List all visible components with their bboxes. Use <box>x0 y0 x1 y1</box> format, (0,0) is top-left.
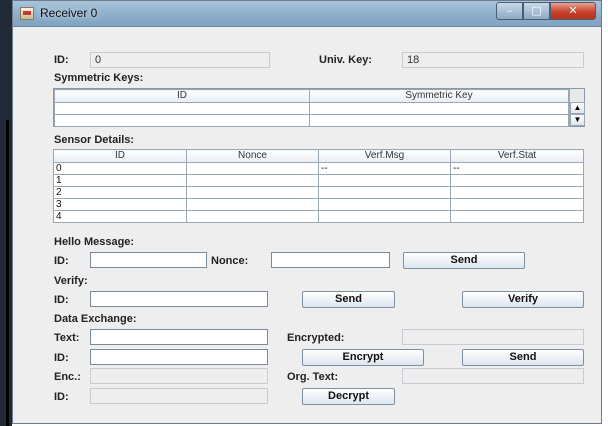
table-cell[interactable] <box>318 198 451 211</box>
table-cell[interactable] <box>450 174 584 187</box>
verify-id-input[interactable] <box>90 291 268 307</box>
background-window-border <box>6 120 9 426</box>
table-cell[interactable] <box>318 186 451 199</box>
table-cell[interactable] <box>186 162 319 175</box>
content-panel: ID: 0 Univ. Key: 18 Symmetric Keys: ID S… <box>13 27 601 424</box>
table-cell[interactable] <box>186 174 319 187</box>
table-cell[interactable]: 0 <box>53 162 187 175</box>
table-cell[interactable] <box>309 102 569 115</box>
enc-label: Enc.: <box>54 371 81 383</box>
table-cell[interactable] <box>309 114 569 127</box>
nonce-input[interactable] <box>271 252 390 268</box>
table-cell[interactable] <box>186 186 319 199</box>
table-cell[interactable] <box>318 210 451 223</box>
table-row[interactable]: 3 <box>53 198 584 211</box>
sensor-details-table: ID Nonce Verf.Msg Verf.Stat 0 -- -- 1 2 … <box>53 149 584 223</box>
table-cell[interactable] <box>450 198 584 211</box>
sensor-details-heading: Sensor Details: <box>54 134 135 146</box>
id-label: ID: <box>54 54 69 66</box>
table-cell[interactable] <box>186 198 319 211</box>
table-cell[interactable] <box>318 174 451 187</box>
univ-key-field: 18 <box>402 52 584 68</box>
table-cell[interactable]: 4 <box>53 210 187 223</box>
symmetric-keys-heading: Symmetric Keys: <box>54 72 144 84</box>
decrypt-button[interactable]: Decrypt <box>302 388 395 405</box>
receiver-window: Receiver 0 – □ ✕ ID: 0 Univ. Key: 18 Sym… <box>12 0 602 424</box>
org-text-field <box>402 368 584 384</box>
verify-id-label: ID: <box>54 294 69 306</box>
window-title: Receiver 0 <box>40 6 98 20</box>
id-field: 0 <box>90 52 270 68</box>
hello-message-heading: Hello Message: <box>54 236 135 248</box>
hello-send-button[interactable]: Send <box>403 252 525 269</box>
java-app-icon <box>20 7 34 20</box>
univ-key-label: Univ. Key: <box>319 54 372 66</box>
symmetric-keys-table: ID Symmetric Key <box>54 89 569 127</box>
nonce-label: Nonce: <box>211 255 249 267</box>
minimize-button[interactable]: – <box>496 2 523 20</box>
verify-button[interactable]: Verify <box>462 291 584 308</box>
symmetric-keys-table-frame: ID Symmetric Key ▲ ▼ <box>53 88 585 127</box>
hello-id-input[interactable] <box>90 252 207 268</box>
column-header-id[interactable]: ID <box>53 149 187 163</box>
scroll-up-icon[interactable]: ▲ <box>570 102 585 114</box>
column-header-verf-stat[interactable]: Verf.Stat <box>450 149 584 163</box>
encrypted-label: Encrypted: <box>287 332 345 344</box>
table-row[interactable] <box>54 102 569 115</box>
decrypt-id-label: ID: <box>54 391 69 403</box>
table-row[interactable]: 4 <box>53 210 584 223</box>
org-text-label: Org. Text: <box>287 371 339 383</box>
exchange-id-input[interactable] <box>90 349 268 365</box>
verify-send-button[interactable]: Send <box>302 291 395 308</box>
exchange-id-label: ID: <box>54 352 69 364</box>
table-row[interactable]: 1 <box>53 174 584 187</box>
column-header-symmetric-key[interactable]: Symmetric Key <box>309 89 569 103</box>
table-cell[interactable] <box>450 210 584 223</box>
scroll-down-icon[interactable]: ▼ <box>570 114 585 126</box>
table-cell[interactable] <box>450 186 584 199</box>
encrypt-button[interactable]: Encrypt <box>302 349 424 366</box>
table-row[interactable]: 0 -- -- <box>53 162 584 175</box>
exchange-send-button[interactable]: Send <box>462 349 584 366</box>
column-header-id[interactable]: ID <box>54 89 310 103</box>
text-input[interactable] <box>90 329 268 345</box>
hello-id-label: ID: <box>54 255 69 267</box>
maximize-button[interactable]: □ <box>523 2 550 20</box>
column-header-verf-msg[interactable]: Verf.Msg <box>318 149 451 163</box>
data-exchange-heading: Data Exchange: <box>54 313 137 325</box>
table-cell[interactable]: -- <box>318 162 451 175</box>
title-bar[interactable]: Receiver 0 – □ ✕ <box>13 1 601 27</box>
table-cell[interactable]: 2 <box>53 186 187 199</box>
background-window-edge <box>0 0 12 426</box>
close-button[interactable]: ✕ <box>550 2 596 20</box>
table-cell[interactable]: 3 <box>53 198 187 211</box>
decrypt-id-field <box>90 388 268 404</box>
table-row[interactable] <box>54 114 569 127</box>
table-cell[interactable] <box>186 210 319 223</box>
column-header-nonce[interactable]: Nonce <box>186 149 319 163</box>
table-row[interactable]: 2 <box>53 186 584 199</box>
table-cell[interactable] <box>54 102 310 115</box>
table-cell[interactable]: 1 <box>53 174 187 187</box>
table-cell[interactable]: -- <box>450 162 584 175</box>
symmetric-keys-scrollbar[interactable]: ▲ ▼ <box>569 89 585 126</box>
text-label: Text: <box>54 332 80 344</box>
enc-field <box>90 368 268 384</box>
table-cell[interactable] <box>54 114 310 127</box>
encrypted-field <box>402 329 584 345</box>
verify-heading: Verify: <box>54 275 88 287</box>
